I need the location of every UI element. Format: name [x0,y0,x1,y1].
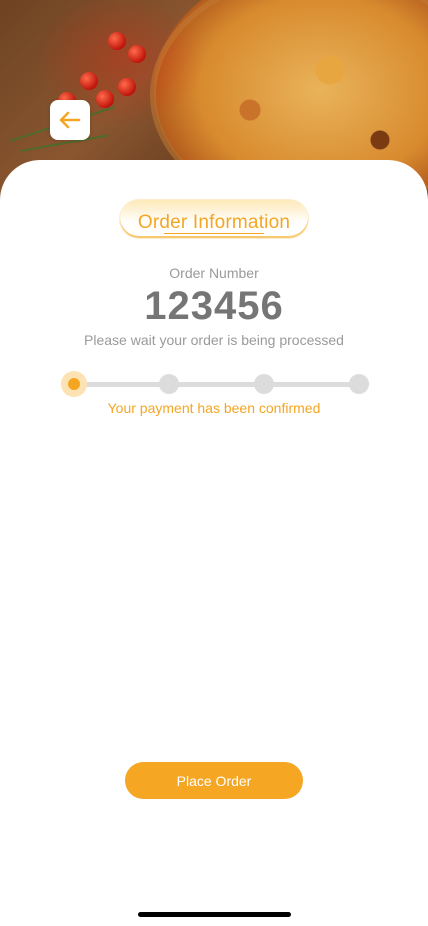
order-sheet: Order Information Order Number 123456 Pl… [0,160,428,926]
tomato [118,78,136,96]
order-wait-message: Please wait your order is being processe… [84,332,344,348]
progress-step-1 [61,371,87,397]
arrow-left-icon [59,111,81,129]
back-button[interactable] [50,100,90,140]
tomato [96,90,114,108]
order-number-label: Order Number [169,265,259,281]
progress-step-4 [349,374,369,394]
progress-step-2 [159,374,179,394]
progress-status: Your payment has been confirmed [107,400,321,416]
tomato [128,45,146,63]
home-indicator [138,912,291,917]
progress-step-3 [254,374,274,394]
place-order-button[interactable]: Place Order [125,762,303,799]
progress-track [73,382,359,387]
tomato [108,32,126,50]
tomato [80,72,98,90]
order-number: 123456 [144,284,284,328]
tab-underline [164,233,264,234]
tab-label: Order Information [137,212,291,233]
